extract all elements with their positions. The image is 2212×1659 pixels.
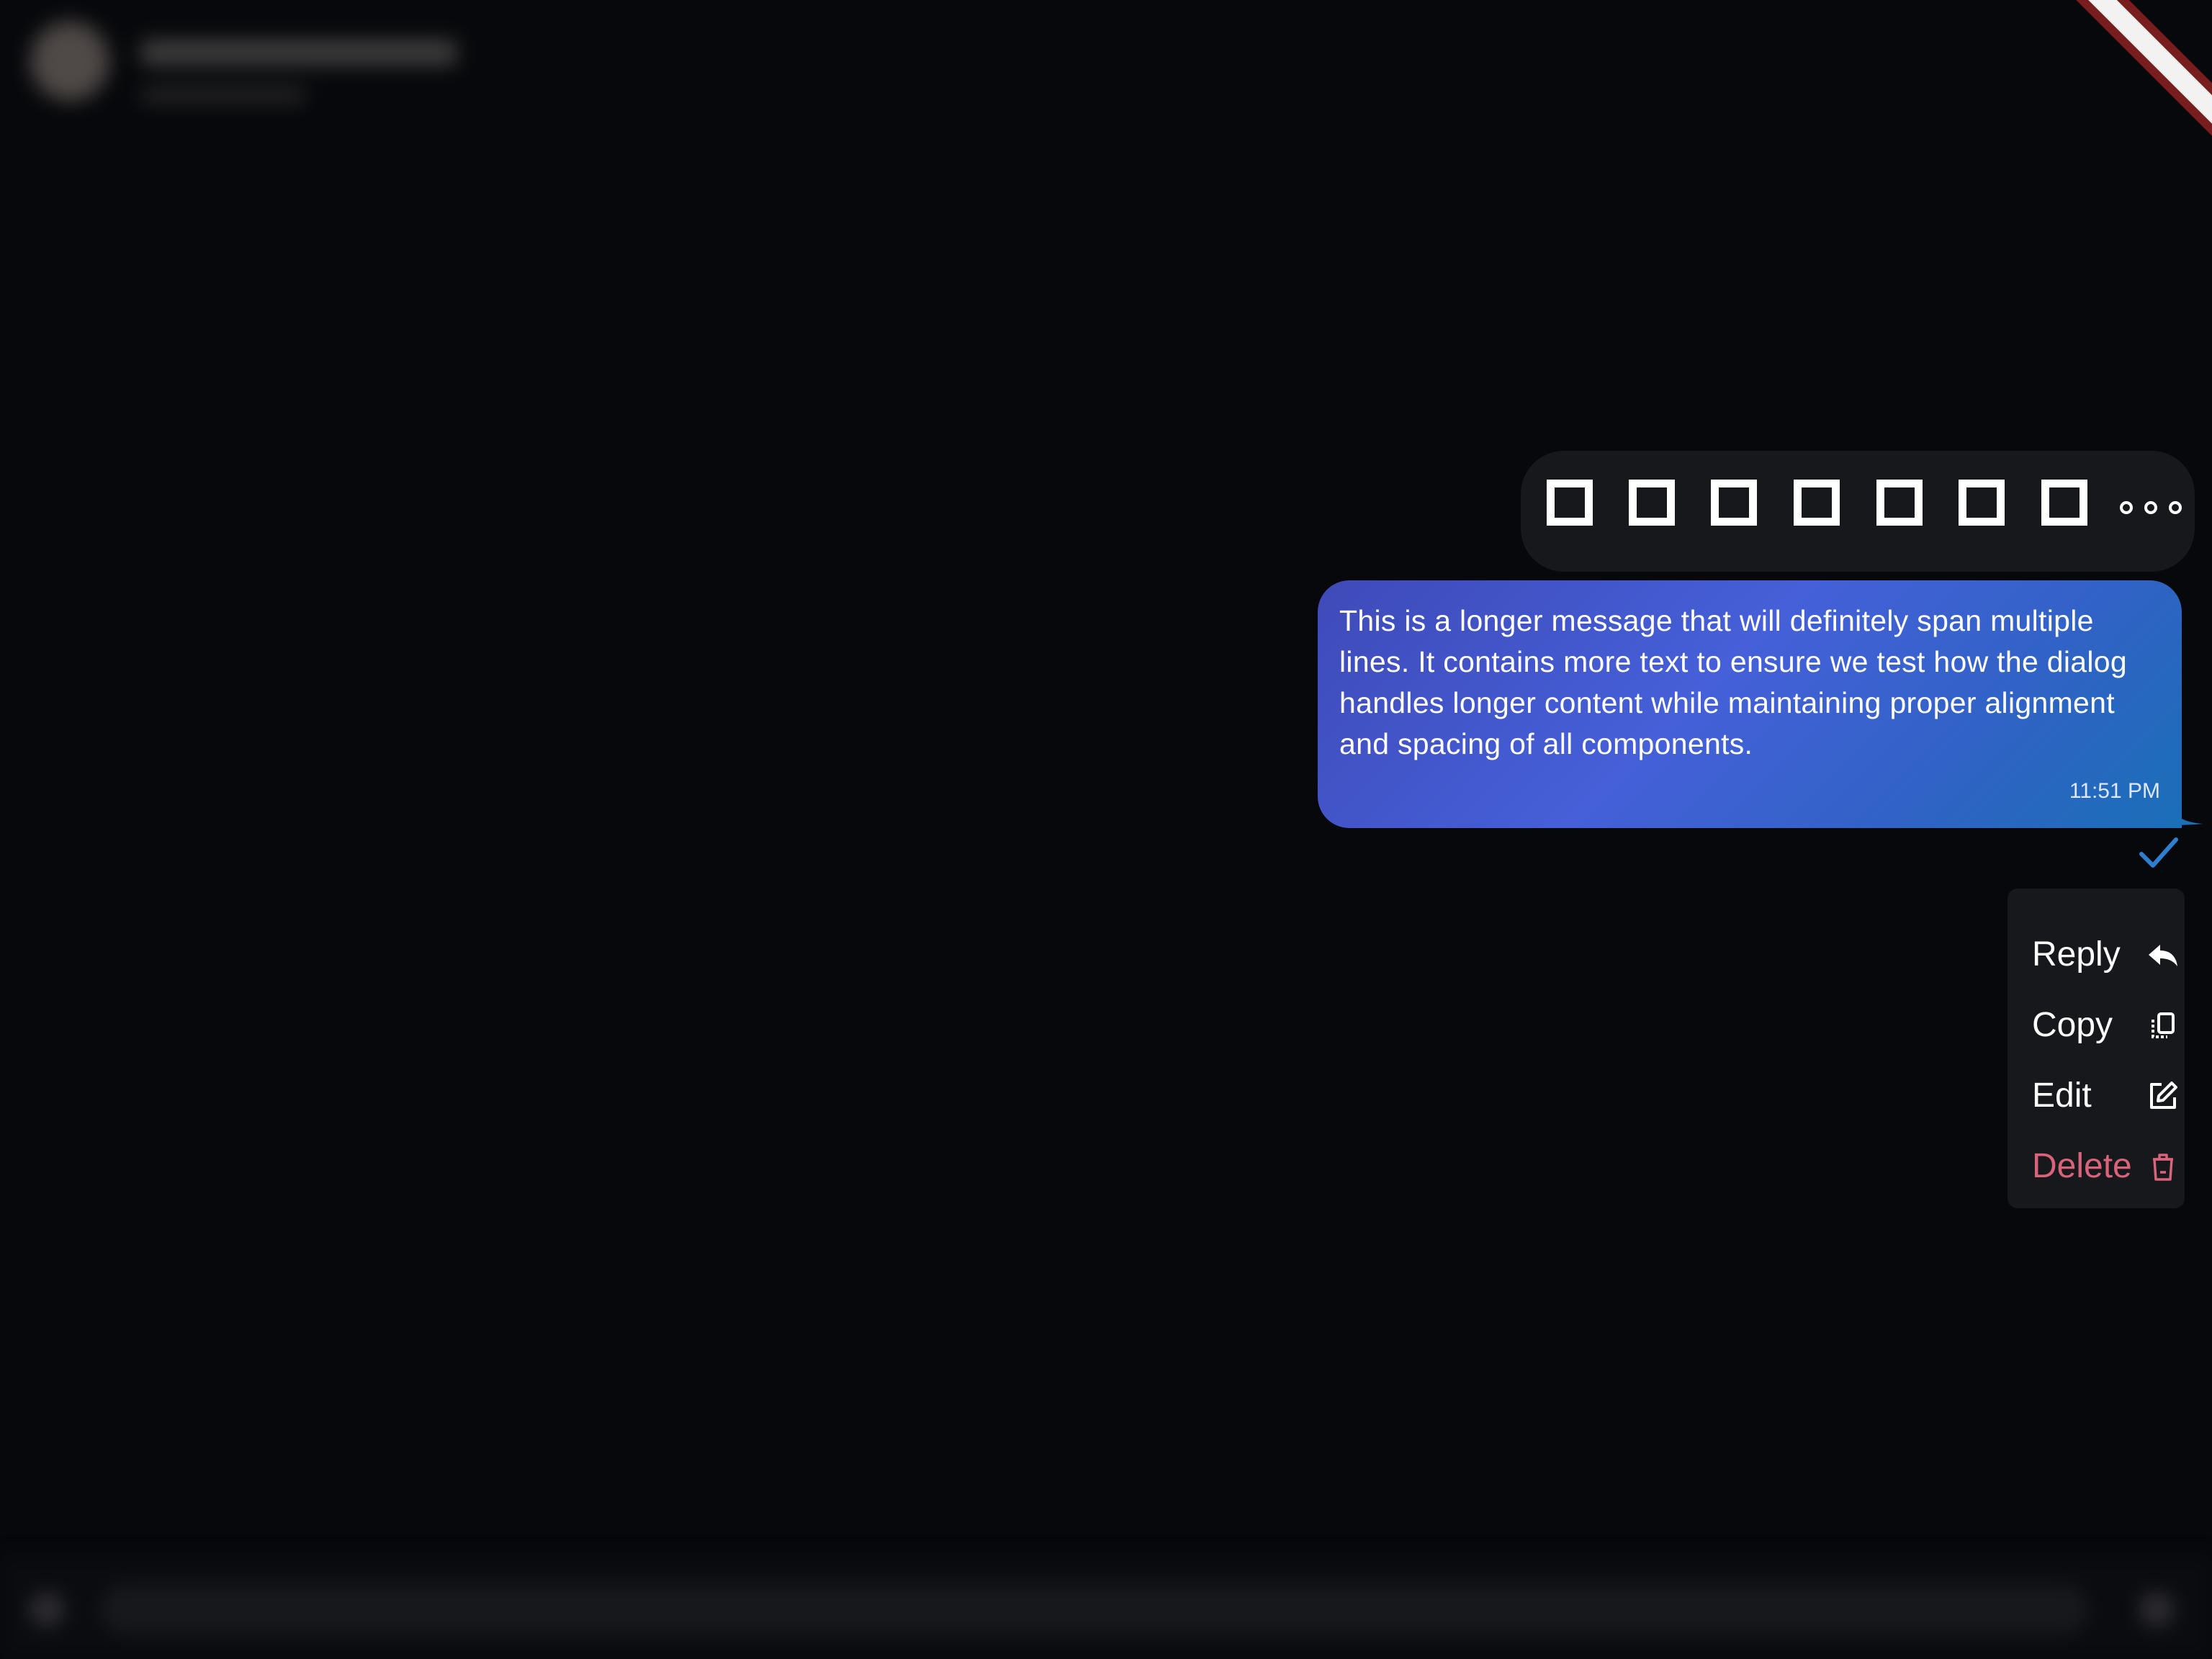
message-context-menu: Reply Copy Edit Delete xyxy=(2008,889,2185,1208)
message-input[interactable] xyxy=(101,1584,2088,1635)
menu-item-label: Delete xyxy=(2032,1147,2132,1185)
contact-name xyxy=(140,40,457,66)
reaction-bar xyxy=(1521,451,2195,572)
reaction-3-icon[interactable] xyxy=(1711,480,1757,526)
debug-ribbon xyxy=(2068,0,2212,140)
more-horizontal-icon[interactable] xyxy=(2117,494,2186,524)
reaction-2-icon[interactable] xyxy=(1629,480,1675,526)
edit-icon xyxy=(2150,1082,2177,1109)
menu-item-reply[interactable]: Reply xyxy=(2008,917,2185,988)
message-timestamp: 11:51 PM xyxy=(2069,779,2160,803)
reaction-4-icon[interactable] xyxy=(1794,480,1840,526)
check-icon xyxy=(2139,837,2178,868)
message-composer xyxy=(0,1555,2212,1659)
reaction-7-icon[interactable] xyxy=(2041,480,2087,526)
menu-item-label: Copy xyxy=(2032,1006,2113,1044)
reaction-5-icon[interactable] xyxy=(1876,480,1923,526)
avatar[interactable] xyxy=(30,22,109,101)
contact-status xyxy=(140,86,306,104)
chat-screen: This is a longer message that will defin… xyxy=(0,0,2212,1659)
copy-icon xyxy=(2152,1012,2175,1038)
message-text: This is a longer message that will defin… xyxy=(1339,604,2127,760)
menu-item-label: Reply xyxy=(2032,935,2121,974)
menu-item-delete[interactable]: Delete xyxy=(2008,1129,2185,1200)
debug-banner xyxy=(2068,0,2212,144)
attach-icon[interactable] xyxy=(29,1591,65,1627)
send-icon[interactable] xyxy=(2139,1591,2175,1627)
reply-icon xyxy=(2149,945,2177,966)
delete-icon xyxy=(2153,1154,2173,1181)
menu-item-edit[interactable]: Edit xyxy=(2008,1058,2185,1129)
menu-item-label: Edit xyxy=(2032,1076,2092,1115)
reaction-1-icon[interactable] xyxy=(1547,480,1593,526)
chat-header xyxy=(22,14,526,115)
reaction-6-icon[interactable] xyxy=(1959,480,2005,526)
bubble-tail xyxy=(2167,799,2203,825)
menu-item-copy[interactable]: Copy xyxy=(2008,988,2185,1058)
message-bubble[interactable]: This is a longer message that will defin… xyxy=(1318,580,2182,828)
